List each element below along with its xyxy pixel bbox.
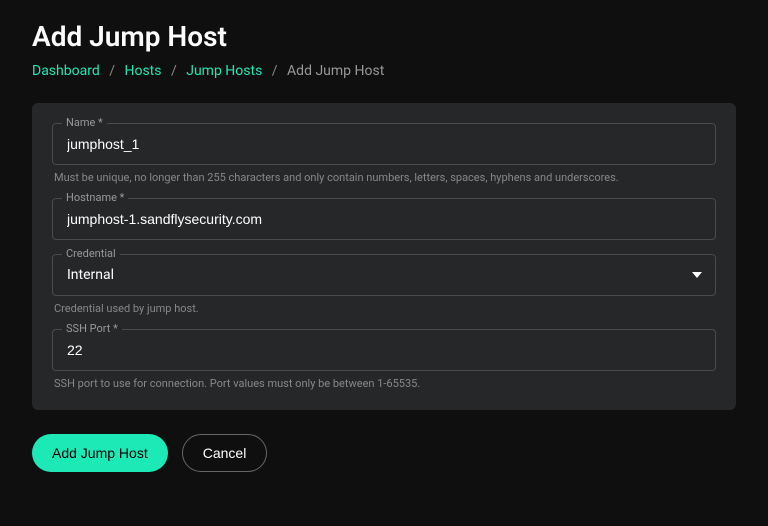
form-card: Name * Must be unique, no longer than 25… [32,103,736,410]
name-label: Name * [62,116,107,129]
hostname-input[interactable] [52,198,716,240]
name-input[interactable] [52,123,716,165]
cancel-button[interactable]: Cancel [182,434,268,472]
credential-group: Credential Internal Credential used by j… [52,254,716,315]
ssh-port-help: SSH port to use for connection. Port val… [52,377,716,390]
button-row: Add Jump Host Cancel [32,434,736,472]
breadcrumb-separator: / [272,63,278,79]
name-group: Name * Must be unique, no longer than 25… [52,123,716,184]
hostname-group: Hostname * [52,198,716,240]
credential-select[interactable]: Internal [52,254,716,296]
breadcrumb: Dashboard / Hosts / Jump Hosts / Add Jum… [32,63,736,79]
page-title: Add Jump Host [32,20,736,53]
credential-label: Credential [62,247,120,260]
ssh-port-group: SSH Port * SSH port to use for connectio… [52,329,716,390]
submit-button[interactable]: Add Jump Host [32,434,168,472]
breadcrumb-jump-hosts[interactable]: Jump Hosts [186,63,262,79]
breadcrumb-dashboard[interactable]: Dashboard [32,63,100,79]
ssh-port-input[interactable] [52,329,716,371]
breadcrumb-separator: / [109,63,115,79]
credential-help: Credential used by jump host. [52,302,716,315]
name-help: Must be unique, no longer than 255 chara… [52,171,716,184]
hostname-label: Hostname * [62,191,128,204]
ssh-port-label: SSH Port * [62,322,122,335]
breadcrumb-hosts[interactable]: Hosts [124,63,161,79]
breadcrumb-current: Add Jump Host [287,63,384,79]
breadcrumb-separator: / [171,63,177,79]
